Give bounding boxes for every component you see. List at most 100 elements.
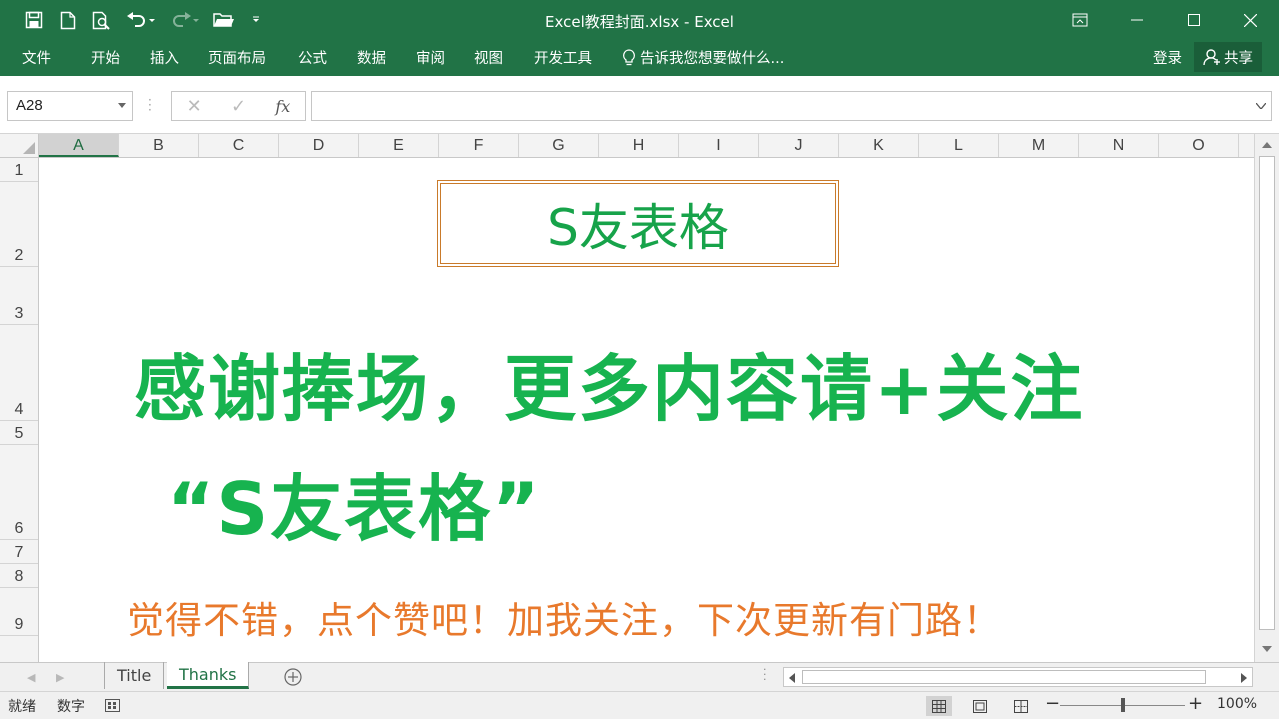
- column-header-i[interactable]: I: [679, 134, 759, 157]
- tab-developer[interactable]: 开发工具: [534, 47, 592, 68]
- ready-status: 就绪: [8, 699, 36, 715]
- horizontal-scrollbar[interactable]: [783, 667, 1253, 687]
- thanks-line: 感谢捧场，更多内容请+关注: [134, 347, 1085, 431]
- row-number: 3: [14, 305, 24, 322]
- column-header-e[interactable]: E: [359, 134, 439, 157]
- vertical-scroll-thumb[interactable]: [1259, 156, 1275, 630]
- row-headers: 1 2 3 4 5 6 7 8 9: [0, 158, 39, 662]
- title-box: S友表格: [437, 180, 839, 267]
- row-number: 2: [14, 247, 24, 264]
- corner-triangle-icon: [23, 142, 35, 154]
- row-header-1[interactable]: 1: [0, 158, 38, 182]
- column-header-b[interactable]: B: [119, 134, 199, 157]
- column-header-h[interactable]: H: [599, 134, 679, 157]
- formula-bar-area: A28 · · · ✕ ✓ fx: [0, 76, 1279, 134]
- ribbon-tabs: 文件 开始 插入 页面布局 公式 数据 审阅 视图 开发工具 告诉我您想要做什么…: [0, 40, 1279, 76]
- num-lock-status: 数字: [57, 699, 85, 715]
- column-header-d[interactable]: D: [279, 134, 359, 157]
- zoom-slider-thumb[interactable]: [1121, 698, 1125, 712]
- column-header-c[interactable]: C: [199, 134, 279, 157]
- row-header-5[interactable]: 5: [0, 421, 38, 445]
- row-header-8[interactable]: 8: [0, 564, 38, 588]
- maximize-icon[interactable]: [1165, 0, 1222, 40]
- column-headers: A B C D E F G H I J K L M N O: [0, 134, 1254, 158]
- row-number: 8: [14, 568, 24, 585]
- sheet-tab-bar: ◀ ▶ Title Thanks · · ·: [0, 662, 1279, 691]
- column-header-k[interactable]: K: [839, 134, 919, 157]
- like-follow-line: 觉得不错，点个赞吧！加我关注，下次更新有门路！: [127, 599, 1001, 642]
- column-header-f[interactable]: F: [439, 134, 519, 157]
- sheet-tab-thanks[interactable]: Thanks: [167, 662, 250, 689]
- ribbon-display-icon[interactable]: [1051, 0, 1108, 40]
- scroll-left-icon[interactable]: [789, 673, 795, 683]
- minimize-icon[interactable]: [1108, 0, 1165, 40]
- row-header-6[interactable]: 6: [0, 445, 38, 540]
- tab-file[interactable]: 文件: [22, 47, 51, 68]
- close-icon[interactable]: [1222, 0, 1279, 40]
- worksheet-grid[interactable]: S友表格 感谢捧场，更多内容请+关注 “S友表格” 觉得不错，点个赞吧！加我关注…: [39, 158, 1254, 662]
- zoom-level[interactable]: 100%: [1217, 696, 1257, 712]
- name-box[interactable]: A28: [7, 91, 133, 121]
- tab-data[interactable]: 数据: [357, 47, 386, 68]
- tab-page-layout[interactable]: 页面布局: [208, 47, 266, 68]
- tab-review[interactable]: 审阅: [416, 47, 445, 68]
- drag-handle-icon[interactable]: · · ·: [148, 94, 152, 116]
- tab-formulas[interactable]: 公式: [298, 47, 327, 68]
- tell-me-text: 告诉我您想要做什么...: [640, 51, 785, 67]
- scroll-down-icon[interactable]: [1262, 646, 1272, 652]
- normal-view-icon[interactable]: [926, 696, 952, 716]
- add-sheet-icon[interactable]: [283, 667, 303, 687]
- row-header-2[interactable]: 2: [0, 182, 38, 267]
- row-header-9[interactable]: 9: [0, 588, 38, 636]
- sheet-tab-title[interactable]: Title: [104, 662, 165, 689]
- insert-function-button[interactable]: fx: [261, 97, 305, 116]
- row-number: 7: [14, 544, 24, 561]
- row-number: 5: [14, 425, 24, 442]
- enter-icon[interactable]: ✓: [216, 96, 260, 117]
- formula-input[interactable]: [311, 91, 1272, 121]
- row-header-3[interactable]: 3: [0, 267, 38, 325]
- tab-insert[interactable]: 插入: [150, 47, 179, 68]
- share-button[interactable]: 共享: [1194, 42, 1262, 72]
- column-header-j[interactable]: J: [759, 134, 839, 157]
- row-header-7[interactable]: 7: [0, 540, 38, 564]
- column-header-g[interactable]: G: [519, 134, 599, 157]
- formula-buttons: ✕ ✓ fx: [171, 91, 306, 121]
- prev-sheet-icon[interactable]: ◀: [27, 671, 35, 684]
- scroll-up-icon[interactable]: [1262, 142, 1272, 148]
- column-header-n[interactable]: N: [1079, 134, 1159, 157]
- lightbulb-icon: [623, 48, 635, 65]
- zoom-in-icon[interactable]: +: [1188, 693, 1203, 714]
- status-bar: 就绪 数字 − + 100%: [0, 691, 1279, 719]
- scroll-right-icon[interactable]: [1241, 673, 1247, 683]
- horizontal-scroll-thumb[interactable]: [802, 670, 1206, 684]
- row-header-4[interactable]: 4: [0, 325, 38, 421]
- cancel-icon[interactable]: ✕: [172, 96, 216, 117]
- column-header-l[interactable]: L: [919, 134, 999, 157]
- page-break-view-icon[interactable]: [1008, 696, 1034, 716]
- share-label: 共享: [1224, 50, 1253, 67]
- column-header-o[interactable]: O: [1159, 134, 1239, 157]
- tab-view[interactable]: 视图: [474, 47, 503, 68]
- row-number: 6: [14, 520, 24, 537]
- vertical-scrollbar[interactable]: [1254, 134, 1279, 662]
- chevron-down-icon[interactable]: [118, 103, 126, 108]
- tab-home[interactable]: 开始: [91, 47, 120, 68]
- person-icon: [1203, 49, 1220, 66]
- brand-line: “S友表格”: [167, 467, 542, 551]
- expand-formula-icon[interactable]: [1256, 103, 1266, 109]
- login-button[interactable]: 登录: [1153, 47, 1182, 68]
- row-number: 9: [14, 616, 24, 633]
- window-controls: [1051, 0, 1279, 40]
- next-sheet-icon[interactable]: ▶: [56, 671, 64, 684]
- select-all-corner[interactable]: [0, 134, 39, 157]
- column-header-a[interactable]: A: [39, 134, 119, 157]
- title-bar: Excel教程封面.xlsx - Excel: [0, 0, 1279, 40]
- name-box-value: A28: [16, 97, 43, 114]
- tell-me-search[interactable]: 告诉我您想要做什么...: [622, 47, 784, 68]
- macro-record-icon[interactable]: [105, 699, 120, 712]
- tab-split-handle-icon[interactable]: · · ·: [763, 664, 767, 685]
- zoom-out-icon[interactable]: −: [1045, 693, 1060, 714]
- column-header-m[interactable]: M: [999, 134, 1079, 157]
- page-layout-view-icon[interactable]: [967, 696, 993, 716]
